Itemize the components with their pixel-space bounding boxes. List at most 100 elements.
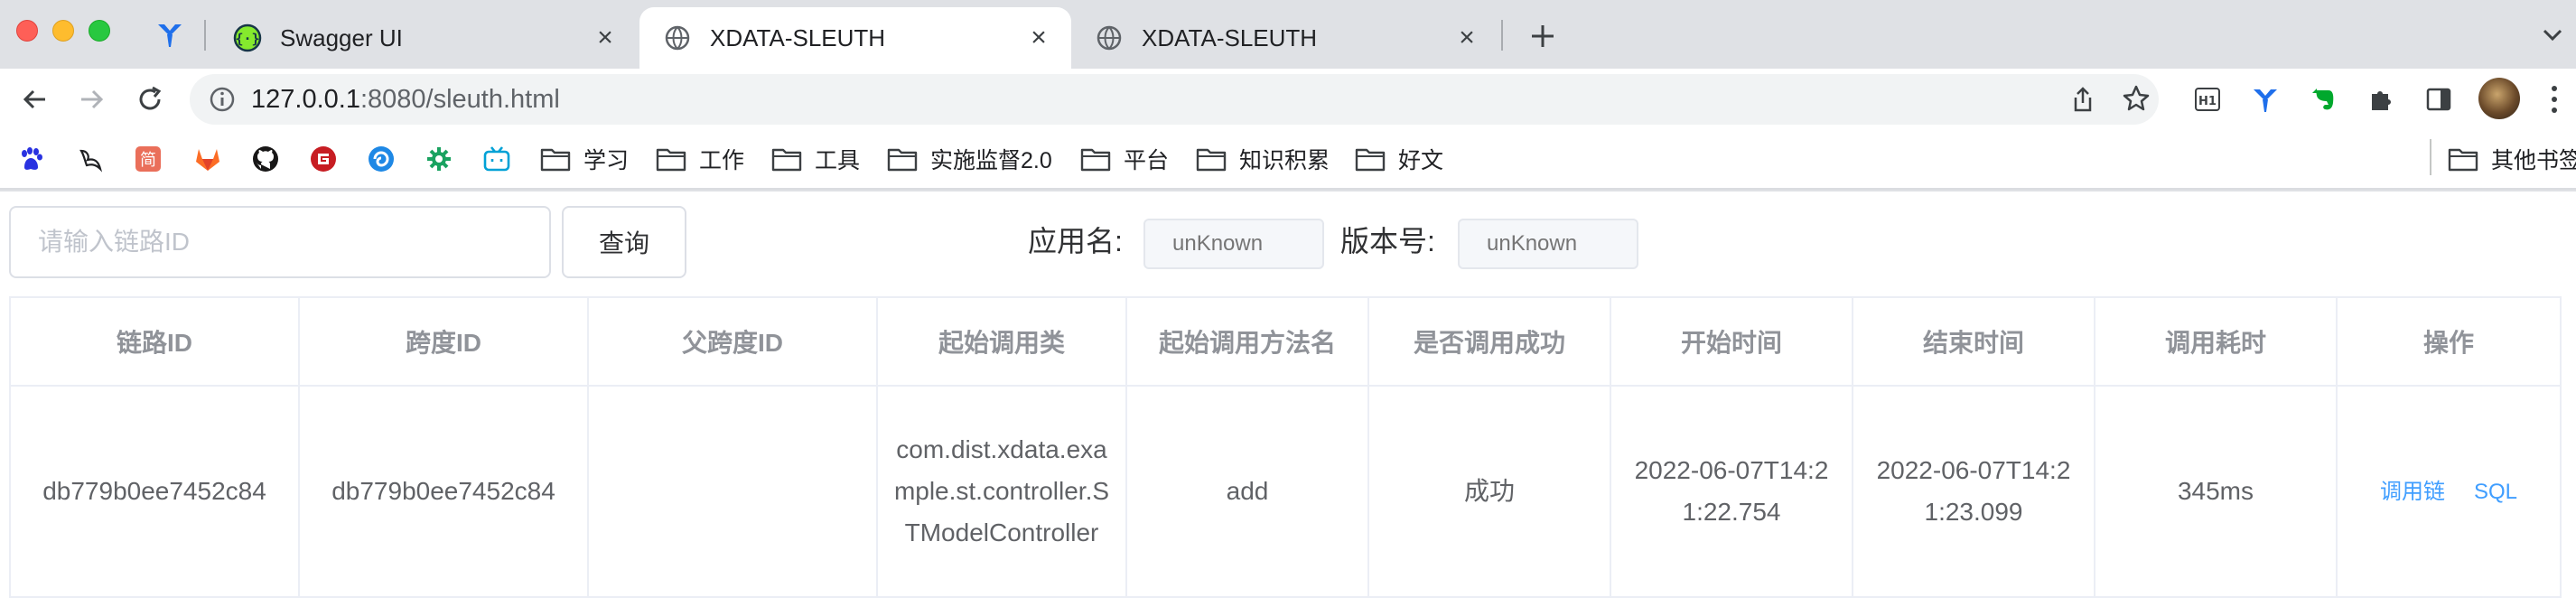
globe-icon [1095,23,1124,52]
bookmark-label: 实施监督2.0 [930,148,1052,173]
back-button[interactable] [16,81,52,117]
folder-icon [1196,148,1227,172]
forward-button[interactable] [74,81,110,117]
folder-icon [771,148,802,172]
bookmark-bilibili[interactable] [482,143,511,175]
maximize-window-button[interactable] [89,20,110,42]
bookmark-label: 工作 [699,148,745,173]
version-field[interactable] [1458,219,1638,269]
pinned-tab[interactable] [152,18,188,51]
trace-table: 链路ID 跨度ID 父跨度ID 起始调用类 起始调用方法名 是否调用成功 开始时… [9,296,2562,598]
table-header-row: 链路ID 跨度ID 父跨度ID 起始调用类 起始调用方法名 是否调用成功 开始时… [9,296,2562,387]
column-header: 操作 [2336,296,2562,387]
duration-cell: 345ms [2094,385,2338,598]
bookmark-star-icon[interactable] [2121,83,2151,114]
tab-close-icon[interactable]: × [1452,23,1481,52]
actions-cell: 调用链 SQL [2336,385,2562,598]
query-button[interactable]: 查询 [562,206,686,278]
bookmark-github[interactable] [251,143,280,175]
gitlab-icon [193,145,222,173]
trace-id-input[interactable] [9,206,551,278]
tab-separator [204,20,206,51]
column-header: 跨度ID [298,296,589,387]
bookmark-swirl[interactable] [367,143,396,175]
bookmark-folder-tools[interactable]: 工具 [771,143,860,175]
call-chain-link[interactable]: 调用链 [2380,480,2445,504]
reload-button[interactable] [132,81,168,117]
tab-swagger[interactable]: {·} Swagger UI × [210,7,638,69]
tab-title: XDATA-SLEUTH [710,23,886,51]
gitee-icon [309,145,338,173]
reload-icon [139,86,162,110]
tab-separator [1501,20,1503,51]
column-header: 开始时间 [1610,296,1853,387]
bookmark-folder-platform[interactable]: 平台 [1080,143,1169,175]
bookmark-folder-knowledge[interactable]: 知识积累 [1196,143,1330,175]
profile-avatar[interactable] [2478,78,2520,119]
globe-icon [663,23,692,52]
tab-xdata-sleuth[interactable]: XDATA-SLEUTH × [1071,7,1499,69]
url-text[interactable]: 127.0.0.1:8080/sleuth.html [251,85,560,115]
bookmark-label: 学习 [583,148,630,173]
app-name-label: 应用名: [1028,225,1123,257]
parent-span-id-cell [587,385,878,598]
bookmark-folder-supervision[interactable]: 实施监督2.0 [887,143,1052,175]
tab-close-icon[interactable]: × [591,23,620,52]
share-icon[interactable] [2068,85,2097,114]
y-extension-icon[interactable] [2251,85,2280,114]
h1-extension-icon[interactable]: H1 [2193,85,2222,114]
folder-icon [656,148,686,172]
class-cell: com.dist.xdata.example.st.controller.STM… [876,385,1127,598]
tab-strip: {·} Swagger UI × XDATA-SLEUTH × XDATA-SL… [0,0,2576,69]
gear-green-icon [425,145,453,173]
url-path: :8080/sleuth.html [359,85,560,114]
bilibili-icon [482,145,511,173]
bookmark-jianshu[interactable]: 简 [134,143,163,175]
minimize-window-button[interactable] [52,20,74,42]
column-header: 是否调用成功 [1367,296,1611,387]
column-header: 父跨度ID [587,296,878,387]
bookmark-folder-work[interactable]: 工作 [656,143,744,175]
bookmark-other[interactable]: 其他书签 [2448,143,2576,175]
sql-link[interactable]: SQL [2474,480,2517,504]
bookmark-gitlab[interactable] [193,143,222,175]
bookmarks-separator [2430,139,2431,175]
browser-toolbar: 127.0.0.1:8080/sleuth.html H1 [0,69,2576,128]
bookmark-folder-study[interactable]: 学习 [540,143,629,175]
bookmark-gitee[interactable] [309,143,338,175]
bookmark-yuque[interactable] [76,143,105,175]
folder-icon [540,148,571,172]
column-header: 起始调用方法名 [1125,296,1369,387]
table-row: db779b0ee7452c84 db779b0ee7452c84 com.di… [9,385,2562,598]
info-icon[interactable] [208,85,237,114]
tab-search-button[interactable] [2538,20,2567,49]
column-header: 结束时间 [1852,296,2095,387]
start-time-cell: 2022-06-07T14:21:22.754 [1610,385,1853,598]
folder-icon [1355,148,1386,172]
new-tab-button[interactable] [1525,18,1561,54]
folder-icon [1080,148,1111,172]
close-window-button[interactable] [16,20,38,42]
bookmark-label: 知识积累 [1239,148,1330,173]
method-cell: add [1125,385,1369,598]
puzzle-icon[interactable] [2366,85,2395,114]
side-panel-icon[interactable] [2424,85,2453,114]
url-host: 127.0.0.1 [251,85,360,114]
svg-text:H1: H1 [2198,95,2217,108]
yuque-icon [76,145,105,173]
evernote-icon[interactable] [2309,85,2338,114]
browser-menu-icon[interactable] [2545,83,2563,116]
address-bar[interactable]: 127.0.0.1:8080/sleuth.html [190,74,2159,125]
bookmark-gear-green[interactable] [425,143,453,175]
bookmark-label: 平台 [1124,148,1170,173]
column-header: 链路ID [9,296,300,387]
bookmark-folder-articles[interactable]: 好文 [1355,143,1443,175]
app-name-field[interactable] [1143,219,1324,269]
bookmark-baidu[interactable] [16,143,45,175]
tab-xdata-sleuth-active[interactable]: XDATA-SLEUTH × [639,7,1071,69]
folder-icon [887,148,918,172]
tab-close-icon[interactable]: × [1024,23,1053,52]
svg-text:{·}: {·} [235,31,259,47]
bookmark-label: 好文 [1398,148,1444,173]
version-label: 版本号: [1340,225,1435,257]
